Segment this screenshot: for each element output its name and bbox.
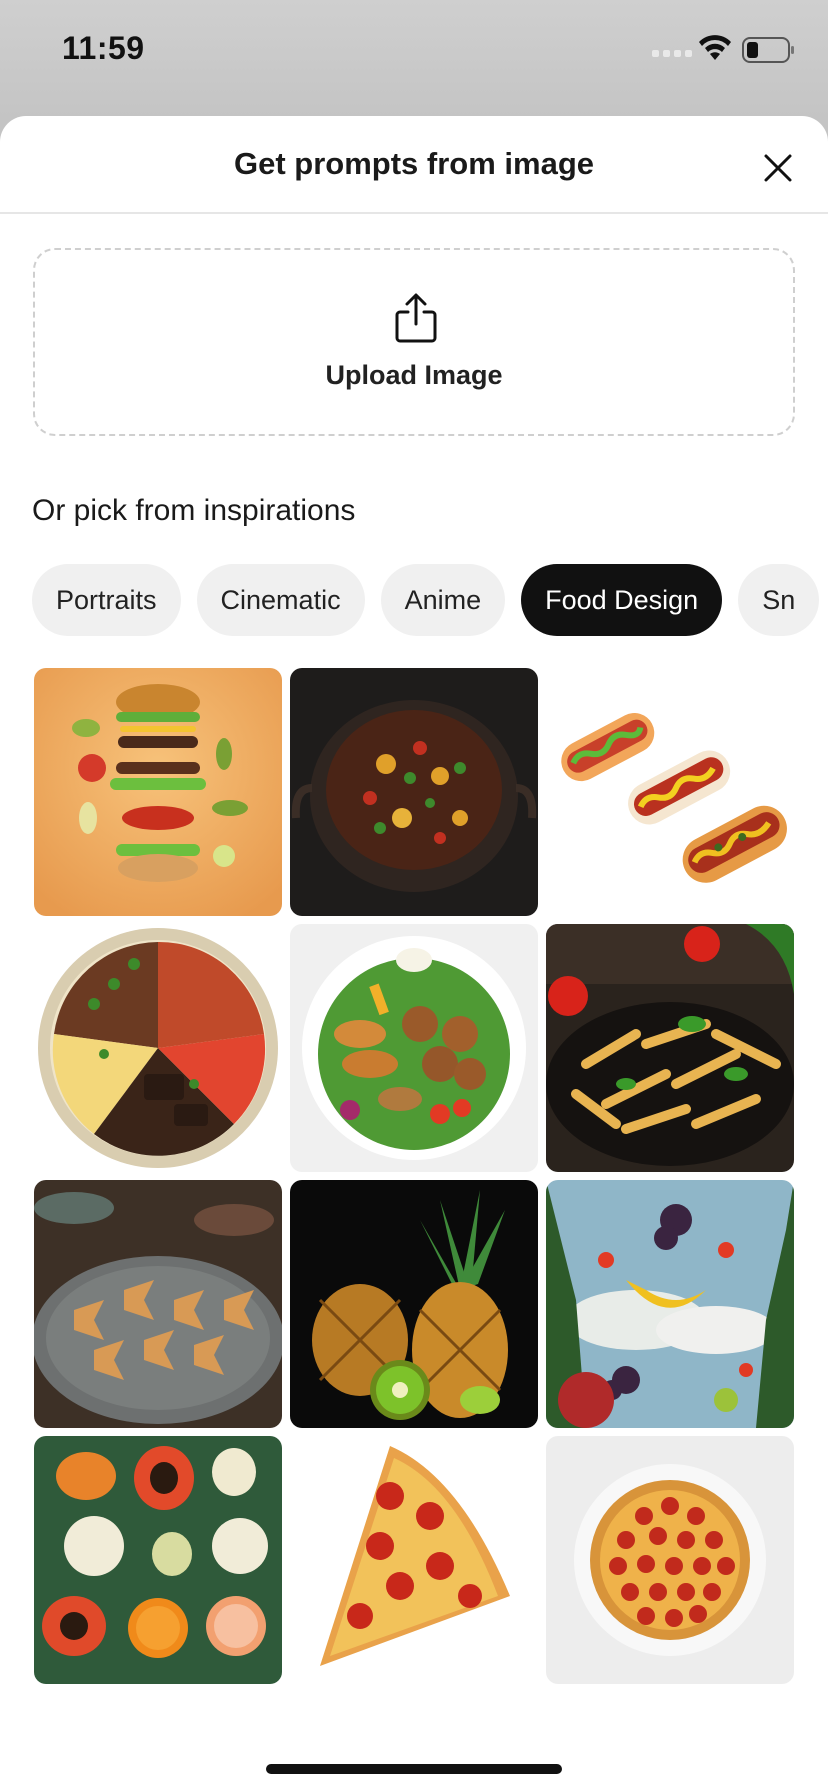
share-upload-icon <box>395 293 437 343</box>
wifi-icon <box>699 35 731 60</box>
penne-pasta-image[interactable] <box>546 924 794 1172</box>
stew-pot-image[interactable] <box>290 668 538 916</box>
pizza-slice-image[interactable] <box>290 1436 538 1684</box>
pepperoni-pizza-image[interactable] <box>546 1436 794 1684</box>
chip-sn[interactable]: Sn <box>738 564 820 636</box>
signal-icon <box>652 50 692 57</box>
hot-dogs-image[interactable] <box>546 668 794 916</box>
bottom-sheet: Get prompts from image Upload Image Or p… <box>0 116 828 1792</box>
close-button[interactable] <box>756 146 800 190</box>
cut-fruits-image[interactable] <box>34 1436 282 1684</box>
chip-anime[interactable]: Anime <box>380 564 506 636</box>
sheet-title: Get prompts from image <box>234 146 594 181</box>
inspirations-heading: Or pick from inspirations <box>32 494 356 527</box>
chip-cinematic[interactable]: Cinematic <box>196 564 365 636</box>
farfalle-pasta-image[interactable] <box>34 1180 282 1428</box>
inspiration-grid <box>34 668 794 1684</box>
screen: 11:59 Get prompts from image Upload Imag… <box>0 0 828 1792</box>
battery-icon <box>742 37 794 63</box>
category-chips: Portraits Cinematic Anime Food Design Sn <box>32 564 820 636</box>
floating-burger-image[interactable] <box>34 668 282 916</box>
close-icon <box>764 154 792 182</box>
pineapple-kiwi-image[interactable] <box>290 1180 538 1428</box>
chip-food-design[interactable]: Food Design <box>521 564 723 636</box>
home-indicator[interactable] <box>266 1764 562 1774</box>
upload-image-button[interactable]: Upload Image <box>33 248 795 436</box>
sheet-header: Get prompts from image <box>0 116 828 214</box>
status-time: 11:59 <box>62 30 145 66</box>
fruit-sky-image[interactable] <box>546 1180 794 1428</box>
chip-portraits[interactable]: Portraits <box>32 564 181 636</box>
status-bar: 11:59 <box>0 0 828 110</box>
rice-beans-steak-bowl-image[interactable] <box>34 924 282 1172</box>
upload-label: Upload Image <box>325 360 503 390</box>
fried-platter-image[interactable] <box>290 924 538 1172</box>
